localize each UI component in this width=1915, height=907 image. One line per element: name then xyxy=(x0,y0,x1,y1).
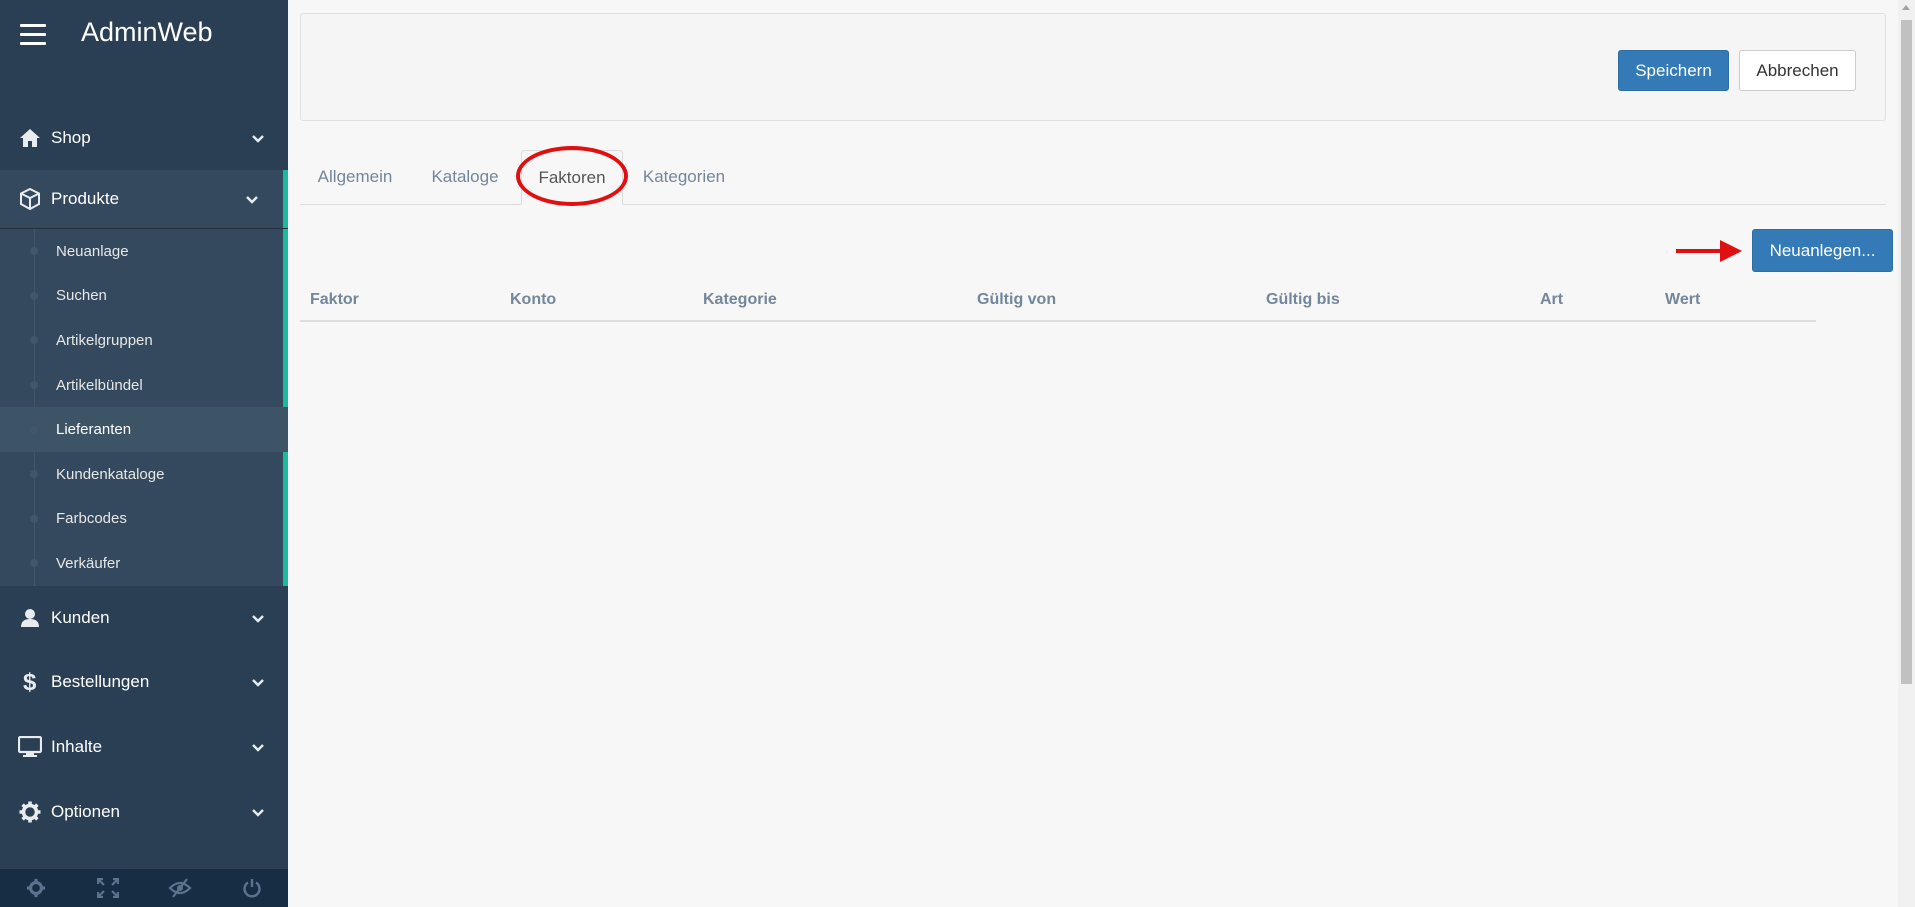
bullet-dot xyxy=(30,559,38,568)
hamburger-menu-icon[interactable] xyxy=(20,24,46,46)
annotation-arrow-icon xyxy=(1676,236,1744,266)
sidebar-item-label: Produkte xyxy=(51,189,120,208)
scroll-up-icon[interactable] xyxy=(1902,5,1910,10)
chevron-down-icon xyxy=(252,132,264,144)
sidebar-item-label: Optionen xyxy=(51,802,120,822)
faktoren-table-header: Faktor Konto Kategorie Gültig von Gültig… xyxy=(300,282,1816,322)
tab-kataloge[interactable]: Kataloge xyxy=(418,150,512,204)
produkte-section: Produkte Neuanlage Suchen Artikelgruppen… xyxy=(0,170,288,586)
chevron-down-icon xyxy=(246,193,258,205)
subitem-label: Verkäufer xyxy=(56,554,121,572)
monitor-icon xyxy=(18,735,42,759)
produkte-submenu: Neuanlage Suchen Artikelgruppen Artikelb… xyxy=(0,229,288,586)
gear-icon xyxy=(18,800,42,824)
user-icon xyxy=(18,606,42,630)
new-entry-button[interactable]: Neuanlegen... xyxy=(1752,229,1893,272)
sidebar-subitem-verkaeufer[interactable]: Verkäufer xyxy=(0,541,288,586)
sidebar-subitem-suchen[interactable]: Suchen xyxy=(0,274,288,319)
save-button[interactable]: Speichern xyxy=(1618,50,1729,91)
sidebar-subitem-lieferanten[interactable]: Lieferanten xyxy=(0,407,288,452)
app-title: AdminWeb xyxy=(81,17,213,47)
bullet-dot xyxy=(30,425,38,434)
chevron-down-icon xyxy=(252,806,264,818)
sidebar-subitem-kundenkataloge[interactable]: Kundenkataloge xyxy=(0,452,288,497)
sidebar-subitem-artikelbuendel[interactable]: Artikelbündel xyxy=(0,363,288,408)
sidebar: AdminWeb Shop Produkte Neuanlage Suchen … xyxy=(0,0,288,907)
column-header-gueltig-bis[interactable]: Gültig bis xyxy=(1266,291,1340,309)
column-header-faktor[interactable]: Faktor xyxy=(310,291,359,309)
subitem-label: Suchen xyxy=(56,287,107,305)
sidebar-item-bestellungen[interactable]: $ Bestellungen xyxy=(0,650,288,715)
brand: AdminWeb xyxy=(0,0,288,70)
tab-faktoren[interactable]: Faktoren xyxy=(521,150,623,205)
svg-text:$: $ xyxy=(23,670,37,694)
sidebar-item-kunden[interactable]: Kunden xyxy=(0,586,288,650)
power-icon[interactable] xyxy=(216,869,288,907)
subitem-label: Kundenkataloge xyxy=(56,465,165,483)
action-bar: Speichern Abbrechen xyxy=(300,13,1886,121)
bullet-dot xyxy=(30,514,38,523)
scrollbar-thumb[interactable] xyxy=(1901,20,1912,684)
sidebar-item-label: Inhalte xyxy=(51,737,103,757)
bullet-dot xyxy=(30,470,38,479)
subitem-label: Artikelbündel xyxy=(56,376,143,394)
sidebar-item-label: Shop xyxy=(51,128,91,147)
sidebar-menu: Shop Produkte Neuanlage Suchen Artikelgr… xyxy=(0,106,288,845)
sidebar-footer xyxy=(0,869,288,907)
chevron-down-icon xyxy=(252,741,264,753)
eye-slash-icon[interactable] xyxy=(144,869,216,907)
sidebar-subitem-farbcodes[interactable]: Farbcodes xyxy=(0,497,288,542)
column-header-wert[interactable]: Wert xyxy=(1665,291,1700,309)
tab-allgemein[interactable]: Allgemein xyxy=(307,150,403,204)
column-header-konto[interactable]: Konto xyxy=(510,291,556,309)
subitem-label: Artikelgruppen xyxy=(56,331,153,349)
sidebar-item-optionen[interactable]: Optionen xyxy=(0,780,288,845)
bullet-dot xyxy=(30,381,38,390)
sidebar-subitem-neuanlage[interactable]: Neuanlage xyxy=(0,229,288,274)
subitem-label: Lieferanten xyxy=(56,421,132,439)
subitem-label: Neuanlage xyxy=(56,242,129,260)
sidebar-item-label: Bestellungen xyxy=(51,672,150,692)
bullet-dot xyxy=(30,336,38,345)
sidebar-item-inhalte[interactable]: Inhalte xyxy=(0,715,288,780)
sidebar-item-shop[interactable]: Shop xyxy=(0,106,288,170)
column-header-gueltig-von[interactable]: Gültig von xyxy=(977,291,1056,309)
bullet-dot xyxy=(30,247,38,256)
chevron-down-icon xyxy=(252,676,264,688)
cube-icon xyxy=(18,187,42,211)
cancel-button[interactable]: Abbrechen xyxy=(1739,50,1856,91)
column-header-kategorie[interactable]: Kategorie xyxy=(703,291,777,309)
chevron-down-icon xyxy=(252,612,264,624)
home-icon xyxy=(18,126,42,150)
column-header-art[interactable]: Art xyxy=(1540,291,1563,309)
tab-bar: Allgemein Kataloge Faktoren Kategorien xyxy=(300,150,1886,205)
dollar-icon: $ xyxy=(18,670,42,694)
settings-icon[interactable] xyxy=(0,869,72,907)
fullscreen-icon[interactable] xyxy=(72,869,144,907)
sidebar-item-label: Kunden xyxy=(51,607,110,627)
sidebar-subitem-artikelgruppen[interactable]: Artikelgruppen xyxy=(0,318,288,363)
subitem-label: Farbcodes xyxy=(56,510,127,528)
tab-kategorien[interactable]: Kategorien xyxy=(630,150,738,204)
vertical-scrollbar[interactable] xyxy=(1898,0,1915,907)
bullet-dot xyxy=(30,291,38,300)
sidebar-item-produkte[interactable]: Produkte xyxy=(0,170,288,229)
